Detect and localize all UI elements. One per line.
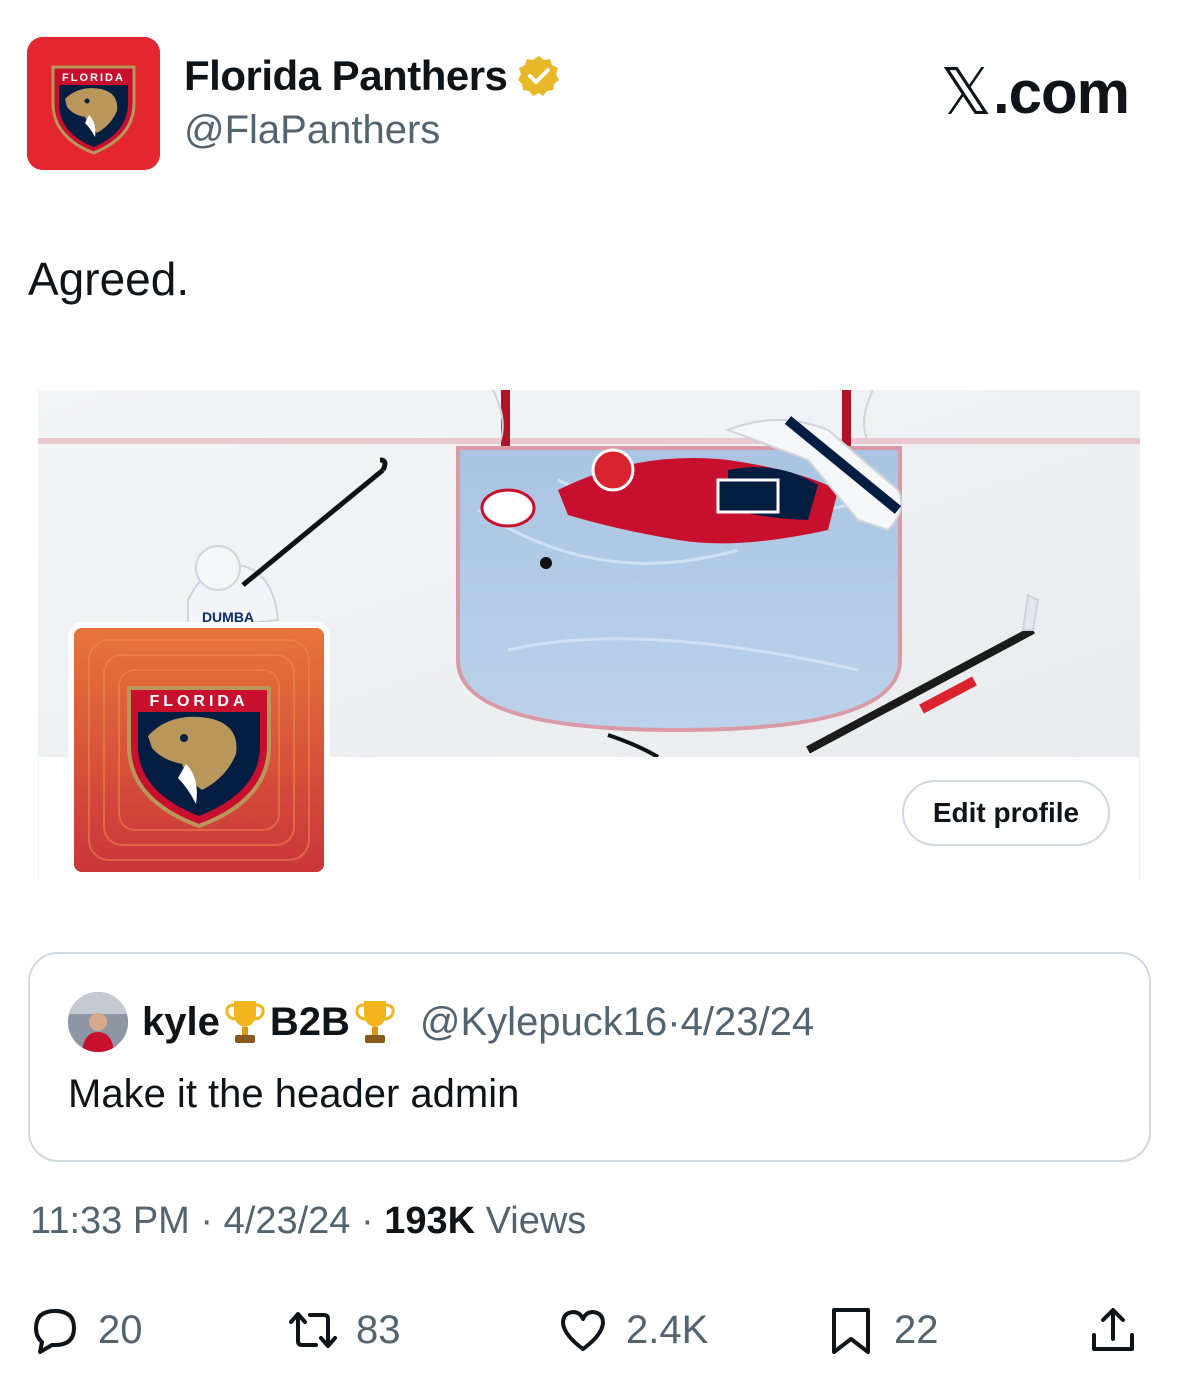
site-domain: .com (992, 59, 1130, 126)
author-display-name[interactable]: Florida Panthers (184, 52, 508, 100)
reply-icon (34, 1309, 76, 1354)
trophy-icon (355, 1001, 395, 1043)
repost-icon (289, 1312, 337, 1348)
florida-panthers-logo-icon: FLORIDA (74, 628, 324, 872)
tweet-time[interactable]: 11:33 PM (30, 1200, 190, 1243)
quoted-name-part2: B2B (269, 999, 350, 1044)
site-label: 𝕏 .com (940, 55, 1130, 130)
like-count: 2.4K (626, 1307, 709, 1352)
meta-separator: · (189, 1200, 224, 1242)
quoted-tweet-header: kyle B2B @Kylepuck16·4/23/24 (68, 992, 814, 1052)
share-icon (1092, 1308, 1134, 1351)
quoted-name-part1: kyle (142, 999, 220, 1044)
views-label: Views (475, 1200, 587, 1242)
heart-icon (561, 1310, 605, 1351)
quoted-separator: · (667, 999, 681, 1044)
tweet-header: FLORIDA Florida Panthers @FlaPanthers 𝕏 … (0, 0, 1179, 200)
svg-text:FLORIDA: FLORIDA (149, 693, 248, 710)
author-handle[interactable]: @FlaPanthers (184, 108, 440, 153)
bookmark-count: 22 (894, 1307, 939, 1352)
svg-text:FLORIDA: FLORIDA (62, 72, 125, 84)
repost-count: 83 (356, 1307, 401, 1352)
share-button[interactable] (1088, 1290, 1138, 1370)
tweet-media[interactable]: DUMBA FLORIDA Edit profile (38, 390, 1140, 880)
quoted-tweet-text: Make it the header admin (68, 1072, 520, 1116)
quoted-handle-text[interactable]: @Kylepuck16 (420, 1000, 667, 1044)
quoted-tweet[interactable]: kyle B2B @Kylepuck16·4/23/24 Make it the… (28, 952, 1151, 1162)
tweet-actions: 20 83 2.4K 22 (0, 1290, 1179, 1370)
florida-panthers-logo-icon: FLORIDA (27, 37, 160, 170)
quoted-date[interactable]: 4/23/24 (681, 1000, 814, 1044)
bookmark-button[interactable]: 22 (826, 1290, 939, 1370)
views-count: 193K (384, 1200, 476, 1242)
tweet-meta: 11:33 PM · 4/23/24 · 193K Views (30, 1200, 586, 1243)
quoted-author-name[interactable]: kyle B2B (142, 997, 400, 1047)
author-avatar[interactable]: FLORIDA (27, 37, 160, 170)
tweet-text: Agreed. (28, 253, 190, 305)
quoted-author-avatar[interactable] (68, 992, 128, 1052)
quoted-author-handle: @Kylepuck16·4/23/24 (420, 1000, 814, 1045)
meta-separator: · (350, 1200, 385, 1242)
edit-profile-button[interactable]: Edit profile (902, 780, 1110, 846)
author-name-row: Florida Panthers (184, 52, 561, 100)
profile-picture: FLORIDA (68, 622, 330, 878)
trophy-icon (225, 1001, 265, 1043)
reply-button[interactable]: 20 (30, 1290, 143, 1370)
like-button[interactable]: 2.4K (558, 1290, 708, 1370)
reply-count: 20 (98, 1307, 143, 1352)
x-logo-icon: 𝕏 (940, 56, 992, 128)
tweet-date[interactable]: 4/23/24 (224, 1200, 351, 1243)
avatar-photo (68, 992, 128, 1052)
repost-button[interactable]: 83 (288, 1290, 401, 1370)
verified-badge-icon (518, 56, 560, 96)
bookmark-icon (832, 1308, 870, 1354)
